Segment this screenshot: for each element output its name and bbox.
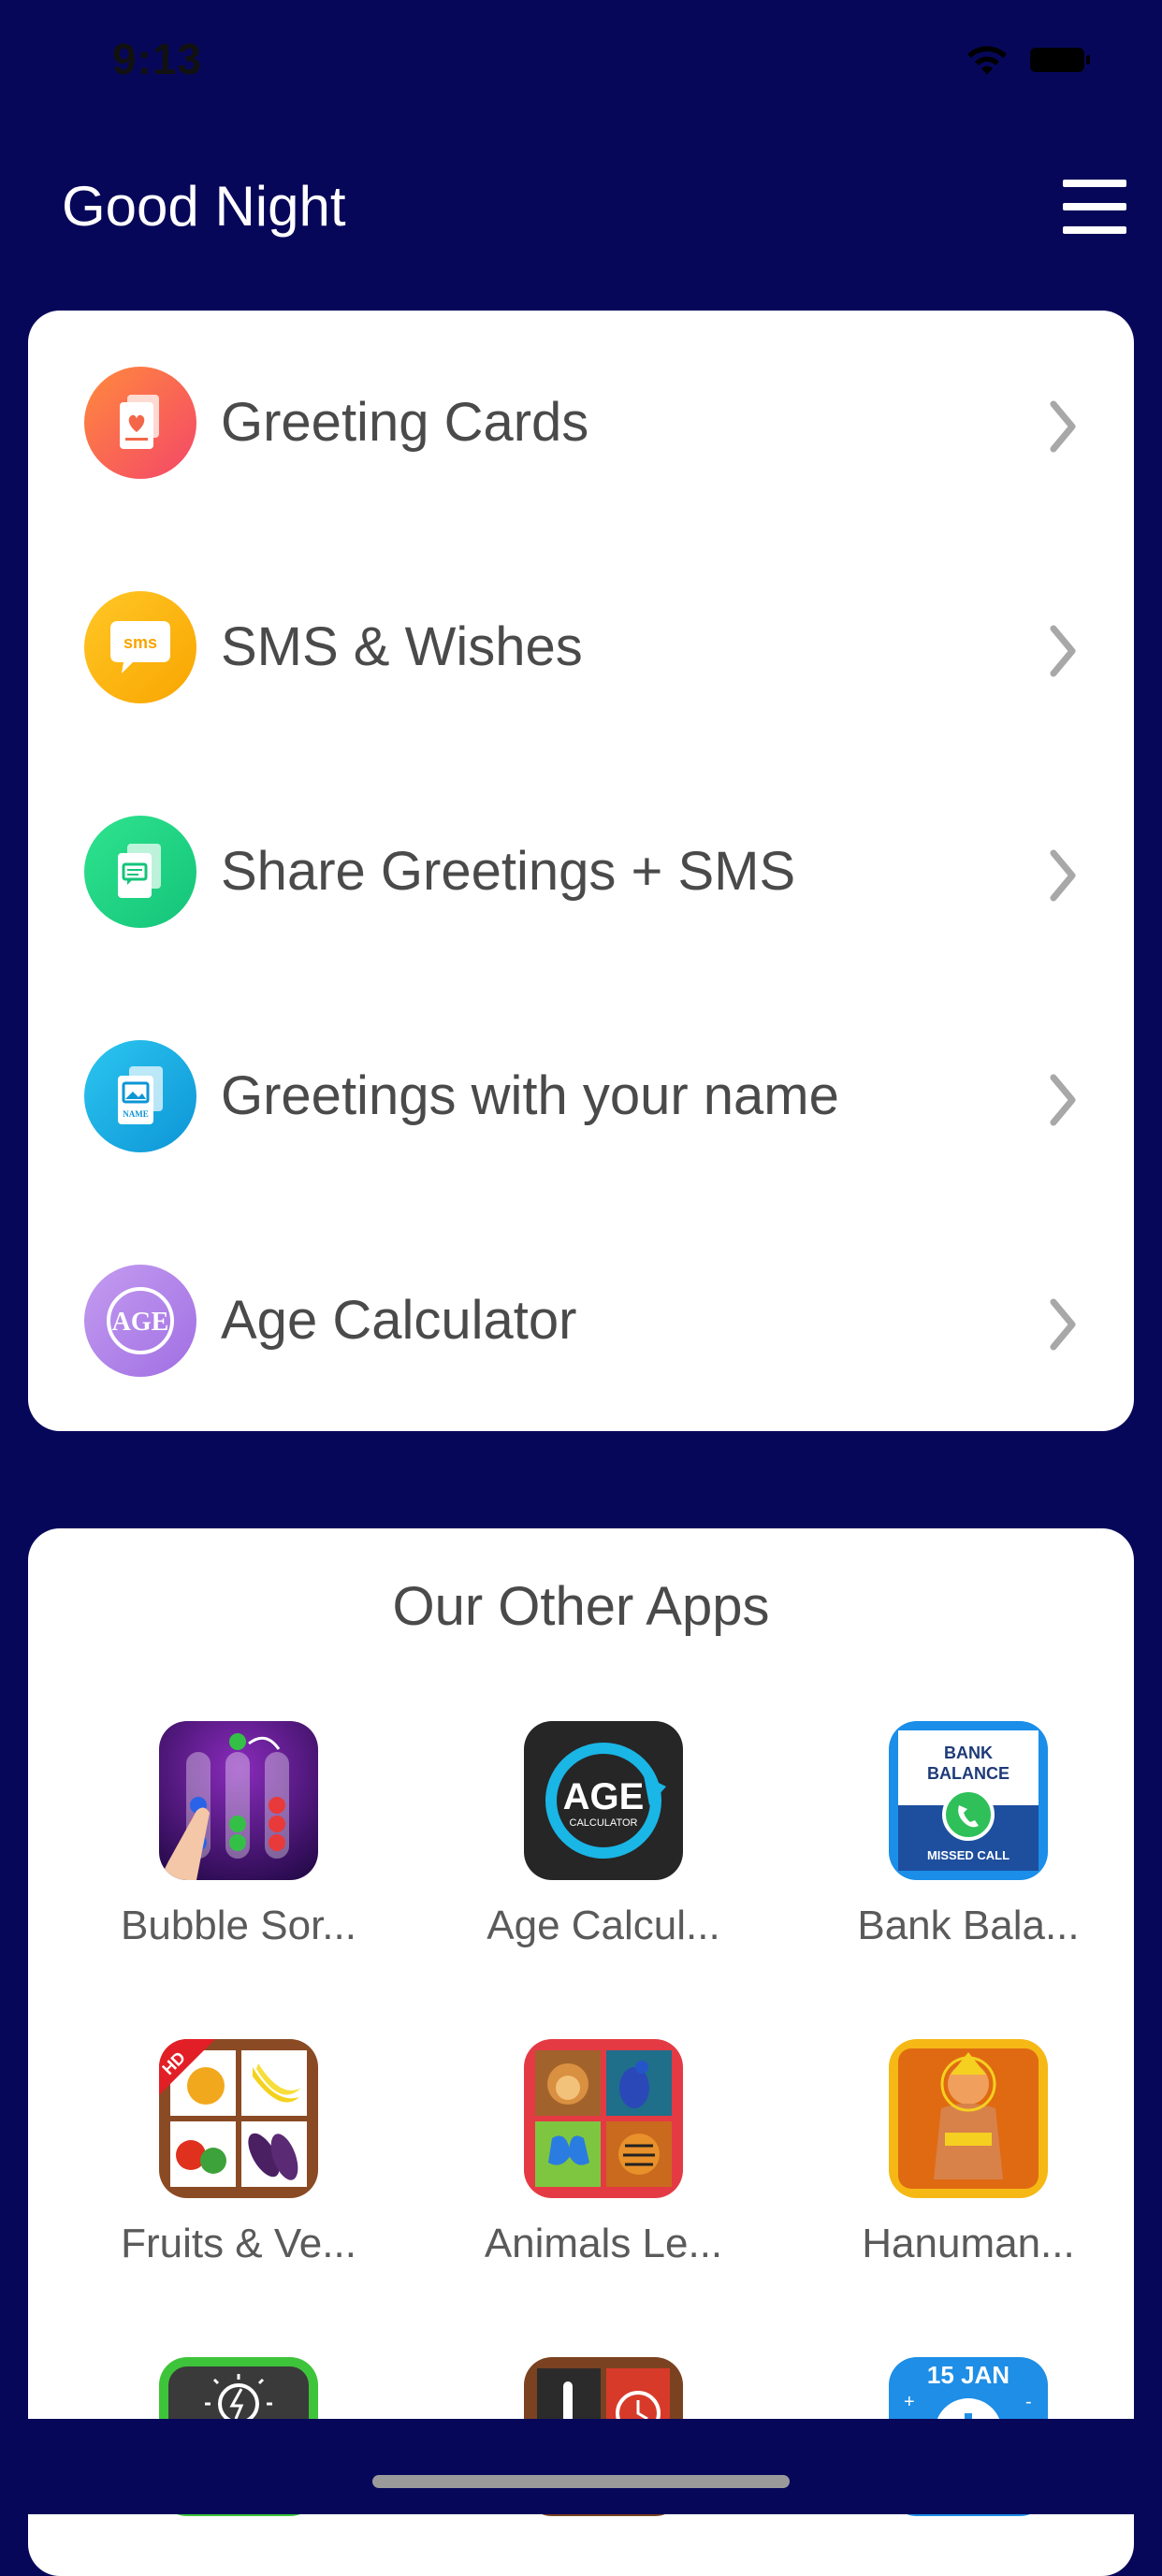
bank-balance-subtext: MISSED CALL — [927, 1848, 1009, 1862]
name-icon-text: NAME — [123, 1109, 149, 1119]
chevron-right-icon — [1050, 625, 1076, 677]
hamburger-bar — [1063, 203, 1126, 210]
age-calculator-subtext: CALCULATOR — [570, 1817, 638, 1829]
hanuman-app-icon — [889, 2039, 1048, 2198]
hamburger-menu-button[interactable] — [1063, 174, 1126, 239]
menu-item-greetings-with-name[interactable]: NAME Greetings with your name — [28, 984, 1134, 1208]
greeting-card-icon — [84, 367, 196, 479]
bank-balance-app-icon: BANK BALANCE MISSED CALL — [889, 1721, 1048, 1880]
age-icon: AGE — [84, 1265, 196, 1377]
app-tile-fruits-vegetables[interactable]: HD Fruits & Ve... — [56, 2039, 393, 2320]
calendar-date-text: 15 JAN — [927, 2361, 1009, 2389]
menu-item-label: Share Greetings + SMS — [221, 841, 796, 902]
battery-icon — [1030, 48, 1090, 72]
hamburger-bar — [1063, 180, 1126, 187]
sms-icon: sms — [84, 591, 196, 703]
page-title: Good Night — [62, 175, 346, 238]
menu-item-age-calculator[interactable]: AGE Age Calculator — [28, 1208, 1134, 1433]
home-bar-area — [0, 2419, 1162, 2514]
chevron-right-icon — [1050, 400, 1076, 453]
feature-menu-card: Greeting Cards sms SMS & Wishes Share Gr… — [28, 311, 1134, 1431]
svg-text:+: + — [904, 2392, 915, 2412]
age-calculator-app-icon: AGE CALCULATOR — [524, 1721, 683, 1880]
home-indicator[interactable] — [372, 2475, 790, 2488]
chevron-right-icon — [1050, 1074, 1076, 1126]
app-tile-hanuman[interactable]: Hanuman... — [786, 2039, 1123, 2320]
app-label: Hanuman... — [862, 2221, 1075, 2266]
sms-icon-text: sms — [123, 633, 157, 652]
chevron-right-icon — [1050, 849, 1076, 902]
app-label: Bubble Sor... — [121, 1903, 356, 1948]
hamburger-bar — [1063, 226, 1126, 234]
menu-item-label: Age Calculator — [221, 1290, 577, 1351]
menu-item-sms-wishes[interactable]: sms SMS & Wishes — [28, 535, 1134, 760]
svg-text:BALANCE: BALANCE — [927, 1764, 1009, 1783]
app-tile-bubble-sort[interactable]: Bubble Sor... — [56, 1721, 393, 2002]
fruits-vegetables-app-icon: HD — [159, 2039, 318, 2198]
app-tile-bank-balance[interactable]: BANK BALANCE MISSED CALL Bank Bala... — [786, 1721, 1123, 2002]
menu-item-greeting-cards[interactable]: Greeting Cards — [28, 311, 1134, 535]
other-apps-title: Our Other Apps — [392, 1576, 770, 1637]
menu-item-share-greetings[interactable]: Share Greetings + SMS — [28, 760, 1134, 984]
name-card-icon: NAME — [84, 1040, 196, 1152]
app-tile-animals[interactable]: Animals Le... — [421, 2039, 758, 2320]
chevron-right-icon — [1050, 1298, 1076, 1351]
app-label: Age Calcul... — [487, 1903, 720, 1948]
status-bar: 9:13 — [0, 0, 1162, 122]
menu-item-label: Greetings with your name — [221, 1065, 839, 1126]
menu-item-label: Greeting Cards — [221, 392, 589, 453]
app-label: Bank Bala... — [857, 1903, 1080, 1948]
wifi-icon — [967, 46, 1007, 75]
svg-text:BANK: BANK — [944, 1744, 993, 1762]
status-time: 9:13 — [112, 35, 203, 83]
app-tile-age-calculator[interactable]: AGE CALCULATOR Age Calcul... — [421, 1721, 758, 2002]
svg-text:-: - — [1025, 2392, 1032, 2412]
share-icon — [84, 816, 196, 928]
app-label: Fruits & Ve... — [121, 2221, 356, 2266]
menu-item-label: SMS & Wishes — [221, 616, 583, 677]
age-icon-text: AGE — [112, 1308, 169, 1337]
bubble-sort-app-icon — [159, 1721, 318, 1880]
animals-app-icon — [524, 2039, 683, 2198]
app-label: Animals Le... — [484, 2221, 723, 2266]
age-calculator-text: AGE — [563, 1776, 645, 1817]
